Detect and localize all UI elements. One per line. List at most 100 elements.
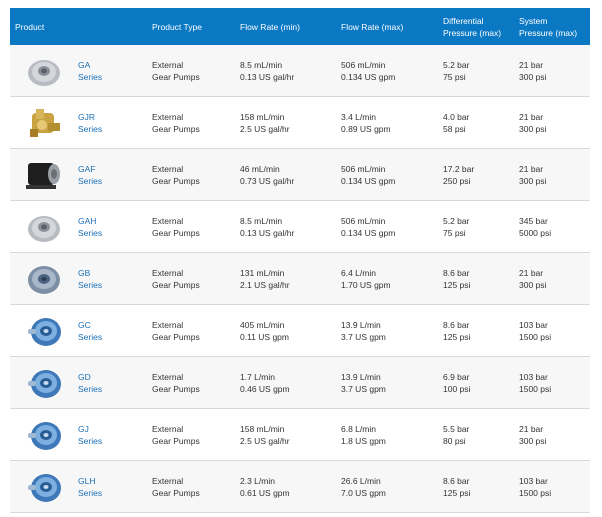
header-product-type: Product Type bbox=[152, 21, 202, 32]
pump-image-cell[interactable] bbox=[10, 357, 78, 409]
header-flow-max: Flow Rate (max) bbox=[341, 21, 404, 32]
pump-image-cell[interactable] bbox=[10, 149, 78, 201]
product-type-cell: External Gear Pumps bbox=[152, 163, 200, 186]
flow-min-cell: 405 mL/min 0.11 US gpm bbox=[240, 319, 289, 342]
series-name[interactable]: GJR bbox=[78, 111, 152, 123]
system-pressure-cell: 21 bar 300 psi bbox=[519, 59, 547, 82]
series-name[interactable]: GA bbox=[78, 59, 152, 71]
series-name[interactable]: GC bbox=[78, 319, 152, 331]
table-row: GAF Series External Gear Pumps 46 mL/min 0.73… bbox=[10, 149, 590, 201]
series-label[interactable]: Series bbox=[78, 279, 152, 291]
table-row: GA Series External Gear Pumps 8.5 mL/min 0.13… bbox=[10, 45, 590, 97]
pump-blue-icon[interactable] bbox=[22, 467, 66, 507]
flow-max-cell: 13.9 L/min 3.7 US gpm bbox=[341, 319, 386, 342]
system-pressure-cell: 103 bar 1500 psi bbox=[519, 319, 552, 342]
series-link[interactable]: GB Series bbox=[78, 267, 152, 291]
pump-image-cell[interactable] bbox=[10, 45, 78, 97]
series-link-cell[interactable]: GA Series bbox=[78, 59, 152, 83]
system-pressure-cell: 21 bar 300 psi bbox=[519, 423, 547, 446]
series-name[interactable]: GB bbox=[78, 267, 152, 279]
flow-min-cell: 131 mL/min 2.1 US gal/hr bbox=[240, 267, 290, 290]
flow-min-cell: 8.5 mL/min 0.13 US gal/hr bbox=[240, 215, 295, 238]
series-label[interactable]: Series bbox=[78, 71, 152, 83]
differential-pressure-cell: 17.2 bar 250 psi bbox=[443, 163, 475, 186]
pump-image-cell[interactable] bbox=[10, 201, 78, 253]
differential-pressure-cell: 8.6 bar 125 psi bbox=[443, 475, 471, 498]
flow-max-cell: 13.9 L/min 3.7 US gpm bbox=[341, 371, 386, 394]
pump-blue-icon[interactable] bbox=[22, 311, 66, 351]
product-type-cell: External Gear Pumps bbox=[152, 371, 200, 394]
differential-pressure-cell: 5.2 bar 75 psi bbox=[443, 215, 470, 238]
header-product: Product bbox=[15, 21, 45, 32]
differential-pressure-cell: 8.6 bar 125 psi bbox=[443, 267, 471, 290]
differential-pressure-cell: 4.0 bar 58 psi bbox=[443, 111, 470, 134]
pump-image-cell[interactable] bbox=[10, 305, 78, 357]
flow-min-cell: 2.3 L/min 0.61 US gpm bbox=[240, 475, 290, 498]
product-type-cell: External Gear Pumps bbox=[152, 319, 200, 342]
series-link-cell[interactable]: GC Series bbox=[78, 319, 152, 343]
series-link[interactable]: GJR Series bbox=[78, 111, 152, 135]
series-link[interactable]: GLH Series bbox=[78, 475, 152, 499]
differential-pressure-cell: 5.5 bar 80 psi bbox=[443, 423, 470, 446]
series-link-cell[interactable]: GAF Series bbox=[78, 163, 152, 187]
series-name[interactable]: GAH bbox=[78, 215, 152, 227]
series-link[interactable]: GA Series bbox=[78, 59, 152, 83]
table-row: GJ Series External Gear Pumps 158 mL/min 2.5 … bbox=[10, 409, 590, 461]
series-label[interactable]: Series bbox=[78, 383, 152, 395]
series-link[interactable]: GC Series bbox=[78, 319, 152, 343]
product-type-cell: External Gear Pumps bbox=[152, 267, 200, 290]
product-type-cell: External Gear Pumps bbox=[152, 423, 200, 446]
pump-image-cell[interactable] bbox=[10, 253, 78, 305]
product-type-cell: External Gear Pumps bbox=[152, 215, 200, 238]
header-differential-pressure: Differential Pressure (max) bbox=[443, 15, 502, 38]
series-label[interactable]: Series bbox=[78, 487, 152, 499]
header-system-pressure: System Pressure (max) bbox=[519, 15, 578, 38]
pump-blue-icon[interactable] bbox=[22, 415, 66, 455]
pump-silver-icon[interactable] bbox=[22, 207, 66, 247]
series-link[interactable]: GAH Series bbox=[78, 215, 152, 239]
product-type-cell: External Gear Pumps bbox=[152, 111, 200, 134]
series-link-cell[interactable]: GAH Series bbox=[78, 215, 152, 239]
pump-blue-icon[interactable] bbox=[22, 363, 66, 403]
differential-pressure-cell: 8.6 bar 125 psi bbox=[443, 319, 471, 342]
table-body: GA Series External Gear Pumps 8.5 mL/min 0.13… bbox=[10, 45, 590, 513]
table-row: GJR Series External Gear Pumps 158 mL/min 2.5… bbox=[10, 97, 590, 149]
pump-image-cell[interactable] bbox=[10, 461, 78, 513]
flow-max-cell: 3.4 L/min 0.89 US gpm bbox=[341, 111, 391, 134]
pump-brass-icon[interactable] bbox=[22, 103, 66, 143]
differential-pressure-cell: 6.9 bar 100 psi bbox=[443, 371, 471, 394]
pump-image-cell[interactable] bbox=[10, 409, 78, 461]
table-row: GAH Series External Gear Pumps 8.5 mL/min 0.1… bbox=[10, 201, 590, 253]
series-link[interactable]: GD Series bbox=[78, 371, 152, 395]
product-type-cell: External Gear Pumps bbox=[152, 59, 200, 82]
flow-max-cell: 506 mL/min 0.134 US gpm bbox=[341, 215, 396, 238]
series-link-cell[interactable]: GB Series bbox=[78, 267, 152, 291]
system-pressure-cell: 103 bar 1500 psi bbox=[519, 371, 552, 394]
series-link-cell[interactable]: GJ Series bbox=[78, 423, 152, 447]
series-label[interactable]: Series bbox=[78, 435, 152, 447]
series-name[interactable]: GLH bbox=[78, 475, 152, 487]
pump-blue-grey-icon[interactable] bbox=[22, 259, 66, 299]
product-type-cell: External Gear Pumps bbox=[152, 475, 200, 498]
series-link[interactable]: GAF Series bbox=[78, 163, 152, 187]
series-name[interactable]: GD bbox=[78, 371, 152, 383]
flow-max-cell: 506 mL/min 0.134 US gpm bbox=[341, 59, 396, 82]
series-link-cell[interactable]: GLH Series bbox=[78, 475, 152, 499]
series-label[interactable]: Series bbox=[78, 331, 152, 343]
series-name[interactable]: GJ bbox=[78, 423, 152, 435]
series-label[interactable]: Series bbox=[78, 175, 152, 187]
pump-silver-icon[interactable] bbox=[22, 51, 66, 91]
pump-black-icon[interactable] bbox=[22, 155, 66, 195]
series-label[interactable]: Series bbox=[78, 123, 152, 135]
series-link-cell[interactable]: GJR Series bbox=[78, 111, 152, 135]
product-table: Product Product Type Flow Rate (min) Flo… bbox=[10, 8, 590, 513]
differential-pressure-cell: 5.2 bar 75 psi bbox=[443, 59, 470, 82]
system-pressure-cell: 103 bar 1500 psi bbox=[519, 475, 552, 498]
series-link-cell[interactable]: GD Series bbox=[78, 371, 152, 395]
flow-min-cell: 158 mL/min 2.5 US gal/hr bbox=[240, 111, 290, 134]
series-name[interactable]: GAF bbox=[78, 163, 152, 175]
series-label[interactable]: Series bbox=[78, 227, 152, 239]
flow-min-cell: 158 mL/min 2.5 US gal/hr bbox=[240, 423, 290, 446]
pump-image-cell[interactable] bbox=[10, 97, 78, 149]
series-link[interactable]: GJ Series bbox=[78, 423, 152, 447]
